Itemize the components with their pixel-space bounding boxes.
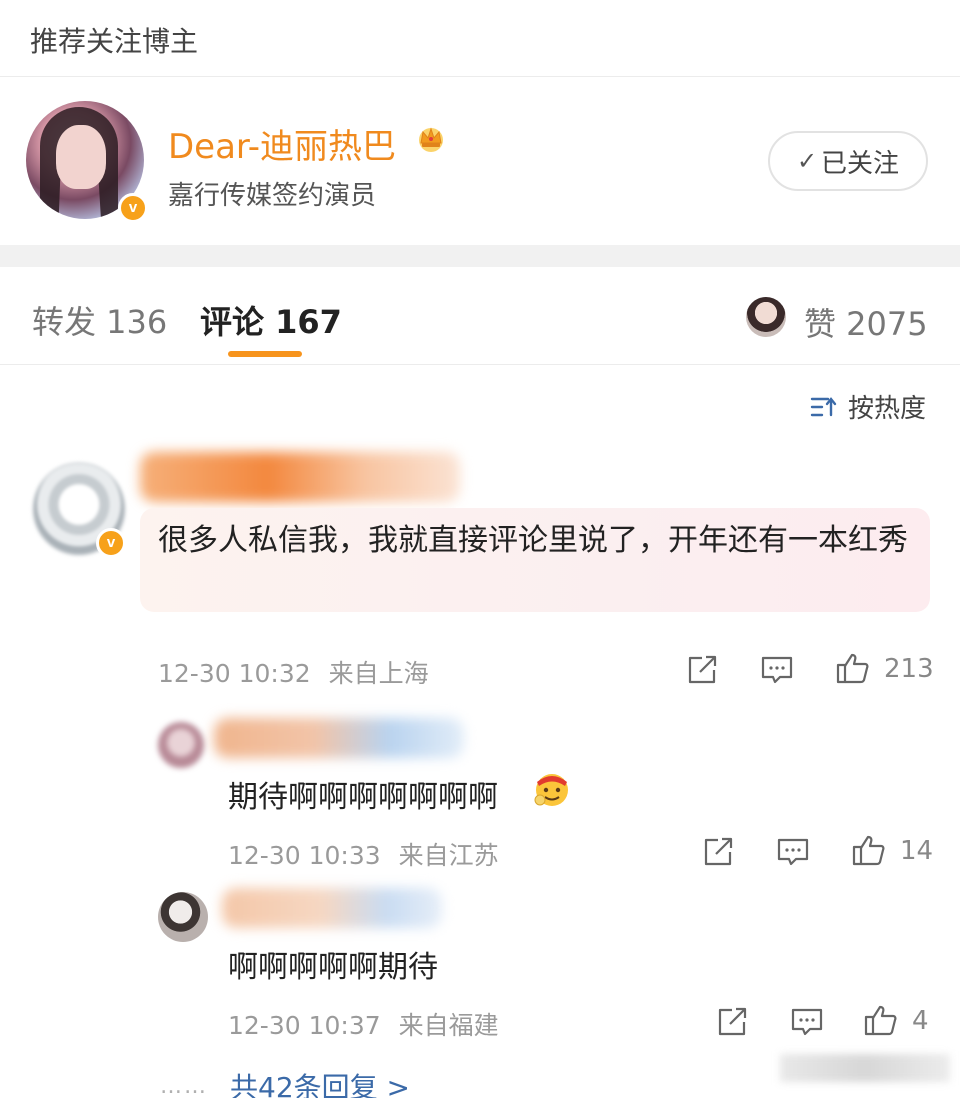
verified-badge-icon: v xyxy=(96,528,126,558)
reply-meta: 12-30 10:37 来自福建 xyxy=(228,1006,499,1042)
dots: …… xyxy=(160,1073,208,1098)
sort-icon xyxy=(810,395,838,419)
comment-location: 来自上海 xyxy=(328,659,429,688)
check-icon: ✓ xyxy=(796,147,818,175)
share-icon[interactable] xyxy=(686,654,720,686)
reply-location: 来自福建 xyxy=(398,1011,499,1040)
tab-likes[interactable]: 赞 2075 xyxy=(804,299,928,345)
verified-badge-icon: v xyxy=(118,193,148,223)
share-icon[interactable] xyxy=(702,836,736,868)
comment-meta: 12-30 10:32 来自上海 xyxy=(158,654,429,690)
blogger-name[interactable]: Dear-迪丽热巴 xyxy=(168,119,396,168)
section-title: 推荐关注博主 xyxy=(30,25,199,58)
reply-time: 12-30 10:37 xyxy=(228,1011,381,1040)
crown-icon xyxy=(419,127,443,152)
reply-time: 12-30 10:33 xyxy=(228,841,381,870)
liker-avatar[interactable] xyxy=(746,297,786,337)
reply-text: 啊啊啊啊啊期待 xyxy=(228,950,438,985)
commenter-name-redacted[interactable] xyxy=(140,452,460,502)
reply-like-count: 4 xyxy=(912,1006,929,1036)
watermark-redacted xyxy=(780,1054,950,1082)
more-replies-label: 共42条回复 > xyxy=(230,1071,410,1098)
blogger-description: 嘉行传媒签约演员 xyxy=(168,181,377,211)
reply-name-redacted[interactable] xyxy=(214,718,464,758)
reply-name-redacted[interactable] xyxy=(222,888,442,928)
comment-icon[interactable] xyxy=(790,1006,824,1038)
reply-like-count: 14 xyxy=(900,836,934,866)
tab-comment[interactable]: 评论 167 xyxy=(200,297,342,343)
tab-repost[interactable]: 转发 136 xyxy=(32,297,167,343)
reply-avatar[interactable] xyxy=(158,892,208,942)
share-icon[interactable] xyxy=(716,1006,750,1038)
reply-location: 来自江苏 xyxy=(398,841,499,870)
follow-button[interactable]: ✓ 已关注 xyxy=(768,131,928,191)
thumbs-up-icon[interactable] xyxy=(852,834,886,866)
comment-text: 很多人私信我，我就直接评论里说了，开年还有一本红秀 xyxy=(158,523,908,558)
comment-icon[interactable] xyxy=(760,654,794,686)
like-count: 213 xyxy=(884,654,934,684)
comment-time: 12-30 10:32 xyxy=(158,659,311,688)
active-tab-indicator xyxy=(228,351,302,357)
section-separator xyxy=(0,245,960,267)
sort-button[interactable]: 按热度 xyxy=(810,388,926,425)
emoji-icon xyxy=(534,774,568,806)
thumbs-up-icon[interactable] xyxy=(864,1004,898,1036)
reply-avatar[interactable] xyxy=(158,722,204,768)
reply-text: 期待啊啊啊啊啊啊啊 xyxy=(228,780,498,815)
tab-bar: 转发 136 评论 167 赞 2075 xyxy=(0,267,960,365)
view-more-replies-link[interactable]: …… 共42条回复 > xyxy=(160,1066,410,1098)
sort-label: 按热度 xyxy=(848,394,927,424)
follow-button-label: 已关注 xyxy=(821,148,900,179)
reply-meta: 12-30 10:33 来自江苏 xyxy=(228,836,499,872)
comment-icon[interactable] xyxy=(776,836,810,868)
thumbs-up-icon[interactable] xyxy=(836,652,870,684)
recommended-blogger-card[interactable]: v Dear-迪丽热巴 嘉行传媒签约演员 ✓ 已关注 xyxy=(0,77,960,245)
